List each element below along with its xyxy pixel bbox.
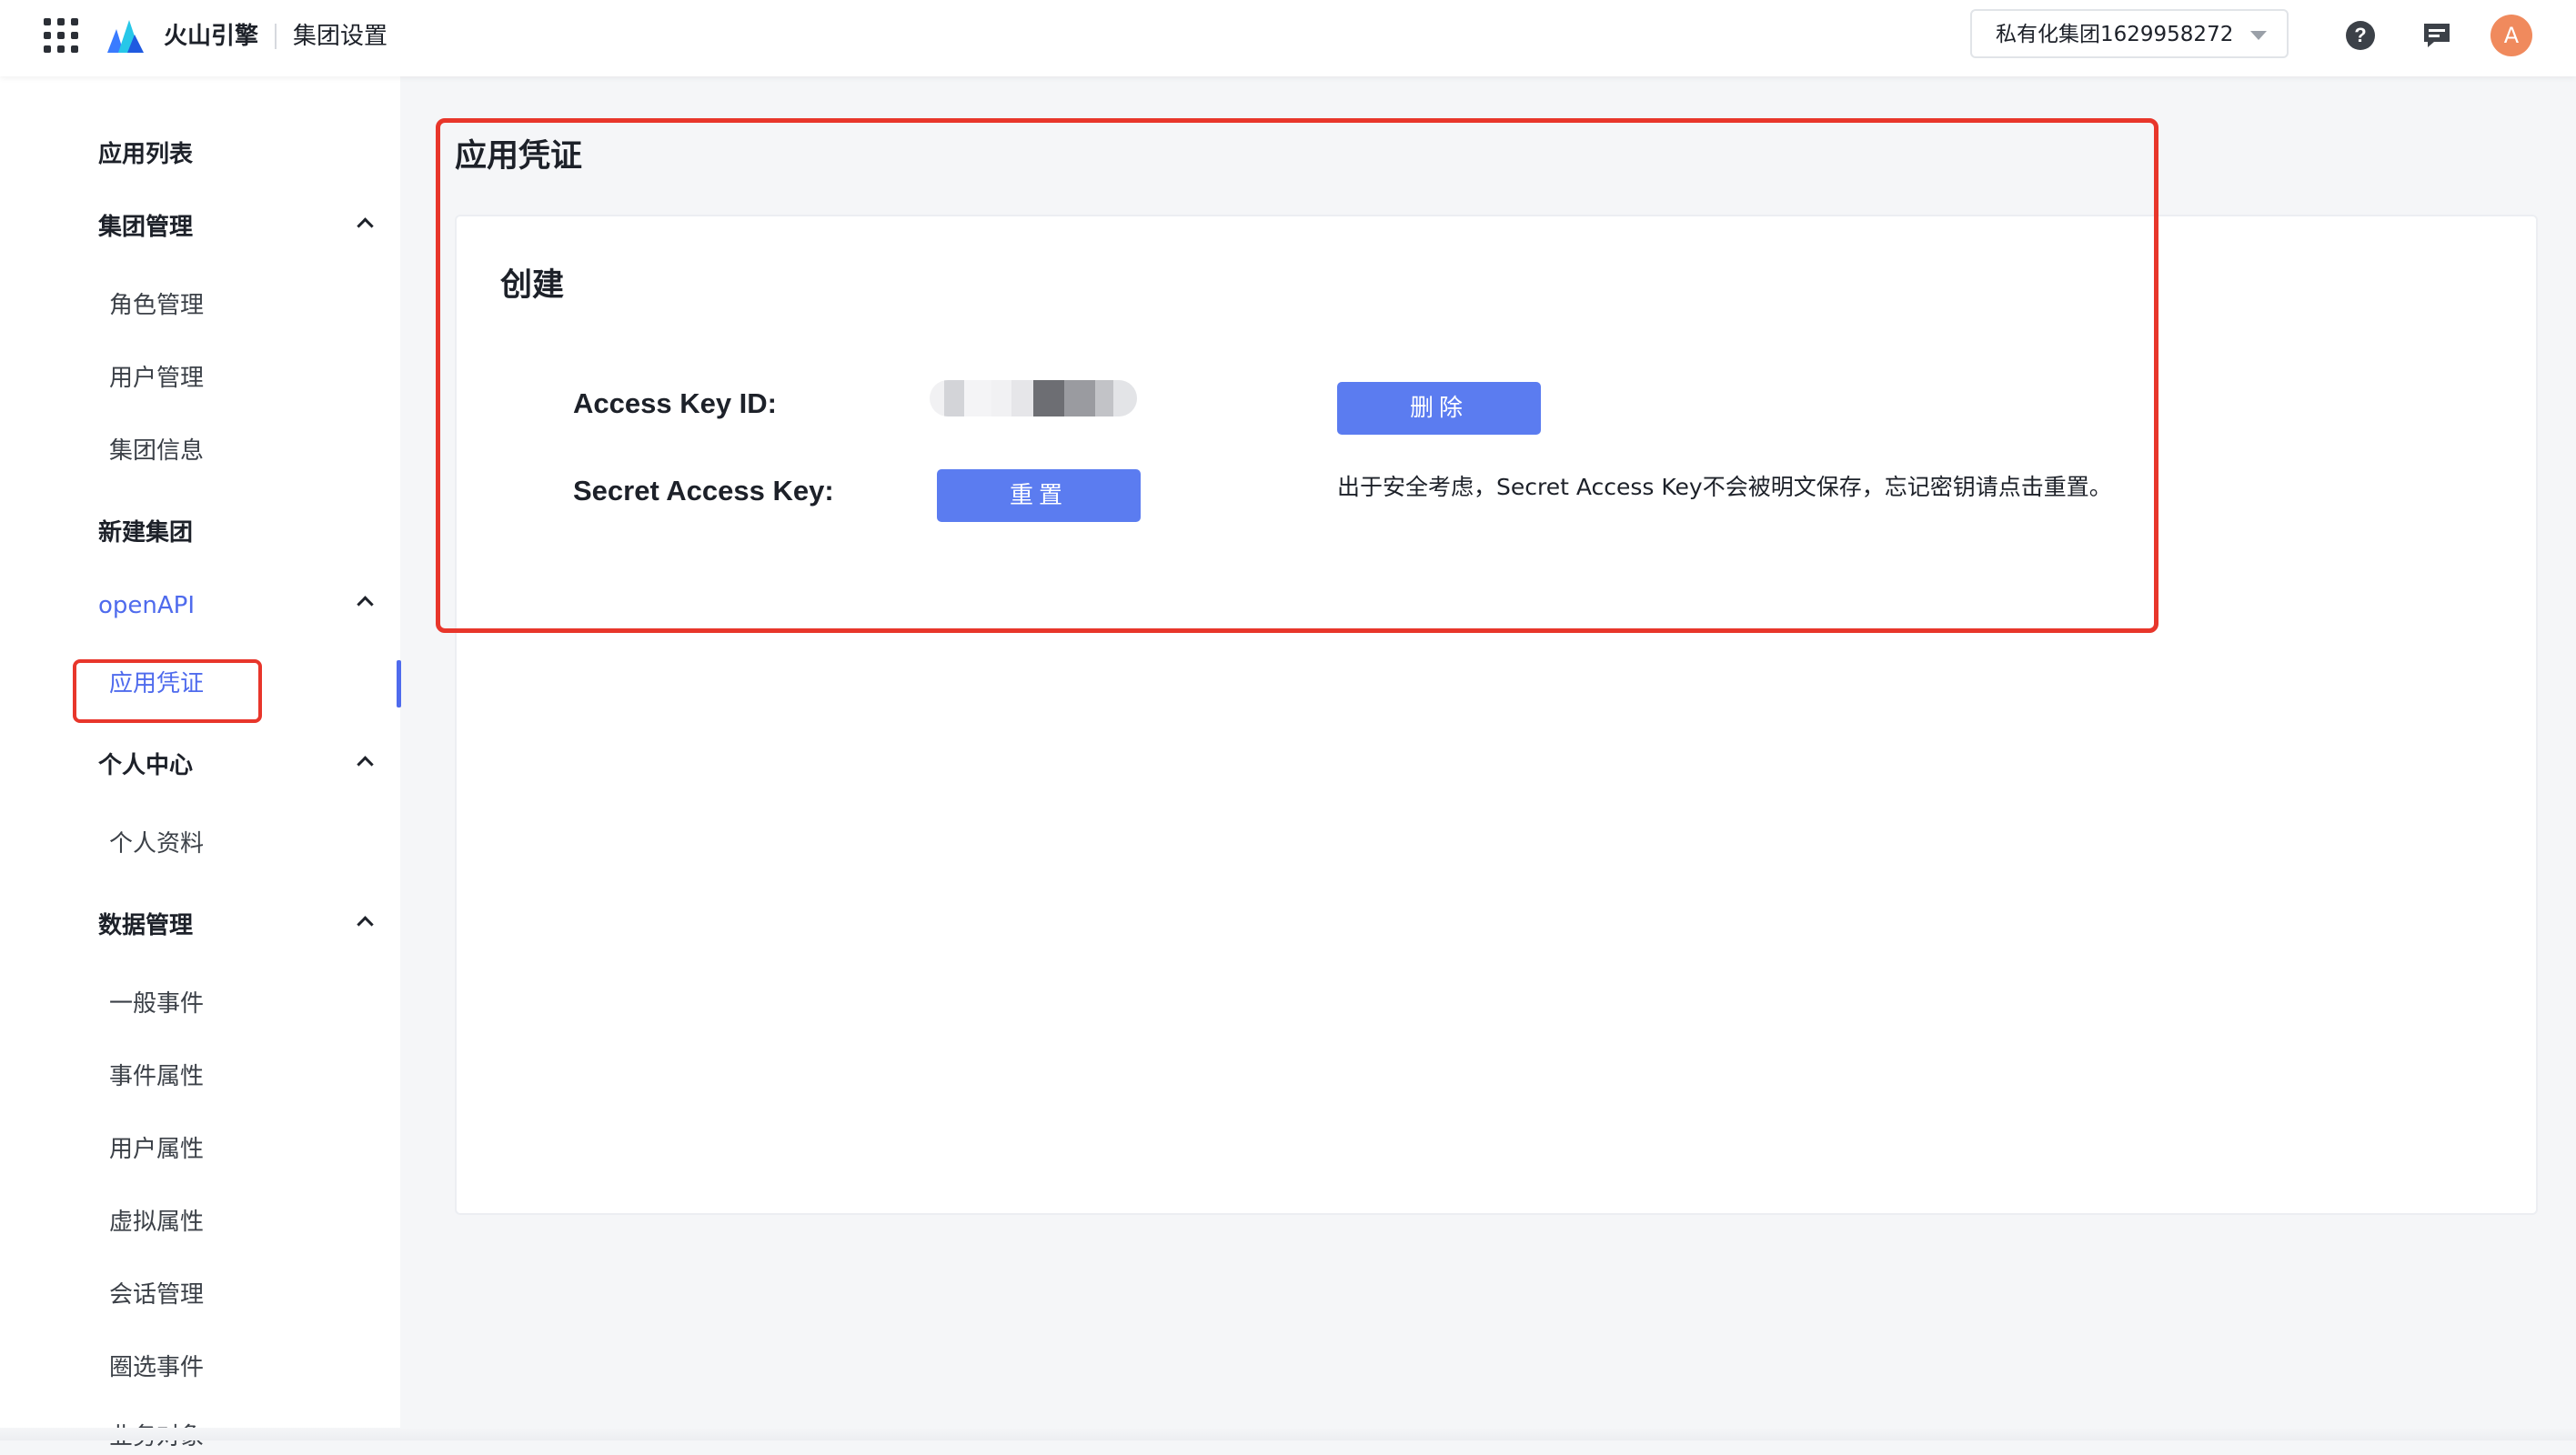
help-icon[interactable]: ? [2343,18,2378,53]
sidebar-item-app-list[interactable]: 应用列表 [98,136,371,173]
sidebar-item-label: 用户属性 [109,1136,205,1163]
sidebar-group-openapi[interactable]: openAPI [98,587,374,624]
chevron-up-icon [357,217,374,235]
sidebar-item-session-management[interactable]: 会话管理 [109,1277,382,1313]
sidebar-group-org-management[interactable]: 集团管理 [98,209,374,246]
sidebar-item-label: openAPI [98,592,196,619]
sidebar-item-label: 集团信息 [109,437,205,465]
divider [275,24,277,49]
sidebar-item-label: 新建集团 [98,519,194,547]
avatar[interactable]: A [2490,15,2532,56]
sidebar-item-circle-select-events[interactable]: 圈选事件 [109,1350,382,1386]
volcano-logo-icon [107,20,144,53]
sidebar-item-new-org[interactable]: 新建集团 [98,515,371,551]
sidebar-item-label: 集团管理 [98,214,194,241]
sidebar-item-label: 圈选事件 [109,1354,205,1381]
org-select-value: 私有化集团1629958272 [1996,23,2234,46]
sidebar-item-label: 一般事件 [109,990,205,1018]
sidebar-item-profile[interactable]: 个人资料 [109,826,382,862]
chevron-up-icon [357,596,374,613]
sidebar-item-general-events[interactable]: 一般事件 [109,986,382,1022]
sidebar-group-personal-center[interactable]: 个人中心 [98,748,374,784]
apps-grid-icon[interactable] [44,18,78,53]
chevron-up-icon [357,916,374,933]
sidebar-item-label: 数据管理 [98,912,194,939]
sidebar-item-org-info[interactable]: 集团信息 [109,433,382,469]
highlight-box-main [436,118,2158,633]
sidebar-item-virtual-properties[interactable]: 虚拟属性 [109,1204,382,1240]
sidebar-item-label: 角色管理 [109,292,205,319]
sidebar-item-label: 虚拟属性 [109,1209,205,1236]
sidebar-item-label: 应用列表 [98,141,194,168]
sidebar-item-user-management[interactable]: 用户管理 [109,360,382,396]
caret-down-icon [2250,31,2267,40]
top-bar: 火山引擎 集团设置 私有化集团1629958272 ? A [0,0,2576,76]
svg-text:?: ? [2354,24,2366,46]
highlight-box-sidebar [73,659,262,723]
message-icon[interactable] [2420,18,2454,53]
sidebar-item-event-properties[interactable]: 事件属性 [109,1059,382,1095]
sidebar-item-label: 用户管理 [109,365,205,392]
bottom-edge [0,1428,2576,1440]
section-title: 集团设置 [293,23,388,50]
chevron-up-icon [357,756,374,773]
sidebar-group-data-management[interactable]: 数据管理 [98,908,374,944]
sidebar-item-label: 会话管理 [109,1281,205,1309]
org-select[interactable]: 私有化集团1629958272 [1970,9,2289,58]
sidebar-item-user-properties[interactable]: 用户属性 [109,1131,382,1168]
sidebar-item-label: 事件属性 [109,1063,205,1090]
sidebar-item-label: 个人资料 [109,830,205,858]
sidebar-item-role-management[interactable]: 角色管理 [109,287,382,324]
sidebar-item-label: 个人中心 [98,752,194,779]
active-indicator [397,660,401,707]
brand-name: 火山引擎 [164,23,259,50]
